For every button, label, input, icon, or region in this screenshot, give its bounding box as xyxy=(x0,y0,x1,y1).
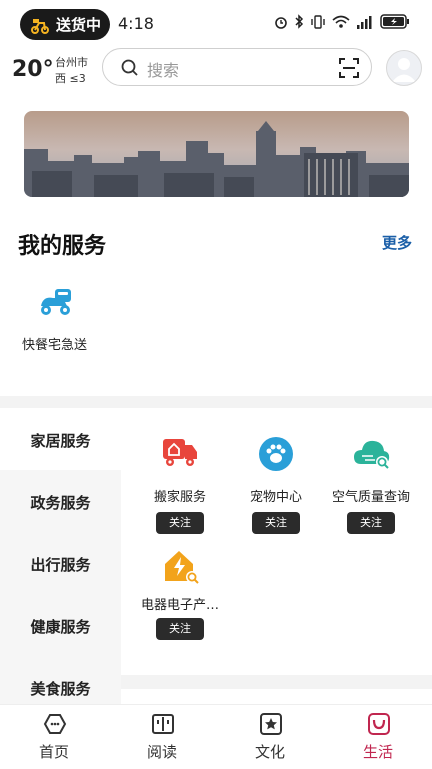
nav-label: 生活 xyxy=(362,743,393,761)
system-icons xyxy=(274,14,410,29)
service-grid: 搬家服务 关注 宠物中心 关注 空气质量查询 关注 电器电子产… 关注 xyxy=(121,408,432,704)
wifi-icon xyxy=(332,15,350,28)
city-banner-image[interactable] xyxy=(24,111,409,197)
avatar[interactable] xyxy=(386,50,422,86)
city-name[interactable]: 台州市 xyxy=(55,54,88,70)
book-icon xyxy=(152,714,174,734)
my-service-label: 快餐宅急送 xyxy=(22,338,88,353)
signal-icon xyxy=(357,15,372,29)
category-travel-service[interactable]: 出行服务 xyxy=(0,554,121,575)
section-divider xyxy=(121,675,432,689)
more-link[interactable]: 更多 xyxy=(382,232,412,253)
search-bar[interactable]: 搜索 xyxy=(102,48,372,86)
service-label: 电器电子产… xyxy=(140,598,219,613)
scan-icon[interactable] xyxy=(339,58,359,78)
star-icon xyxy=(260,713,282,735)
category-government-service[interactable]: 政务服务 xyxy=(0,492,121,513)
delivery-status-label: 送货中 xyxy=(56,16,102,34)
home-icon xyxy=(43,714,67,734)
paw-icon xyxy=(259,437,293,471)
category-home-service[interactable]: 家居服务 xyxy=(0,430,121,451)
follow-button[interactable]: 关注 xyxy=(347,512,395,534)
temperature: 20° xyxy=(12,57,54,82)
category-health-service[interactable]: 健康服务 xyxy=(0,616,121,637)
scooter-icon xyxy=(31,18,49,34)
delivery-status-pill[interactable]: 送货中 xyxy=(20,9,110,40)
alarm-icon xyxy=(275,16,287,29)
search-icon xyxy=(121,59,138,76)
vibrate-icon xyxy=(311,14,325,29)
my-services-title: 我的服务 xyxy=(18,234,107,259)
battery-icon xyxy=(380,14,409,29)
service-label: 搬家服务 xyxy=(153,490,206,505)
service-label: 空气质量查询 xyxy=(331,490,410,505)
service-label: 宠物中心 xyxy=(249,490,302,505)
category-food-service[interactable]: 美食服务 xyxy=(0,678,121,699)
category-sidebar: 家居服务 政务服务 出行服务 健康服务 美食服务 xyxy=(0,408,121,704)
follow-button[interactable]: 关注 xyxy=(156,618,204,640)
search-placeholder: 搜索 xyxy=(147,61,180,80)
user-avatar-icon xyxy=(392,58,416,82)
nav-label: 首页 xyxy=(38,743,69,761)
section-divider xyxy=(0,396,432,408)
bag-icon xyxy=(368,713,390,735)
nav-reading[interactable]: 阅读 xyxy=(108,705,216,769)
clock: 4:18 xyxy=(118,14,154,33)
nav-culture[interactable]: 文化 xyxy=(216,705,324,769)
bottom-navigation: 首页 阅读 文化 生活 xyxy=(0,704,432,769)
nav-label: 阅读 xyxy=(146,743,177,761)
cityscape-image xyxy=(24,111,409,197)
bluetooth-icon xyxy=(295,14,304,29)
follow-button[interactable]: 关注 xyxy=(252,512,300,534)
moving-truck-icon xyxy=(163,439,197,466)
house-bolt-icon xyxy=(165,551,199,584)
nav-home[interactable]: 首页 xyxy=(0,705,108,769)
status-bar: 送货中 4:18 xyxy=(0,0,432,48)
scooter-icon xyxy=(41,289,71,315)
follow-button[interactable]: 关注 xyxy=(156,512,204,534)
wind-info: 西 ≤3 xyxy=(55,72,86,85)
cloud-search-icon xyxy=(354,440,390,469)
nav-life[interactable]: 生活 xyxy=(324,705,432,769)
nav-label: 文化 xyxy=(254,743,285,761)
